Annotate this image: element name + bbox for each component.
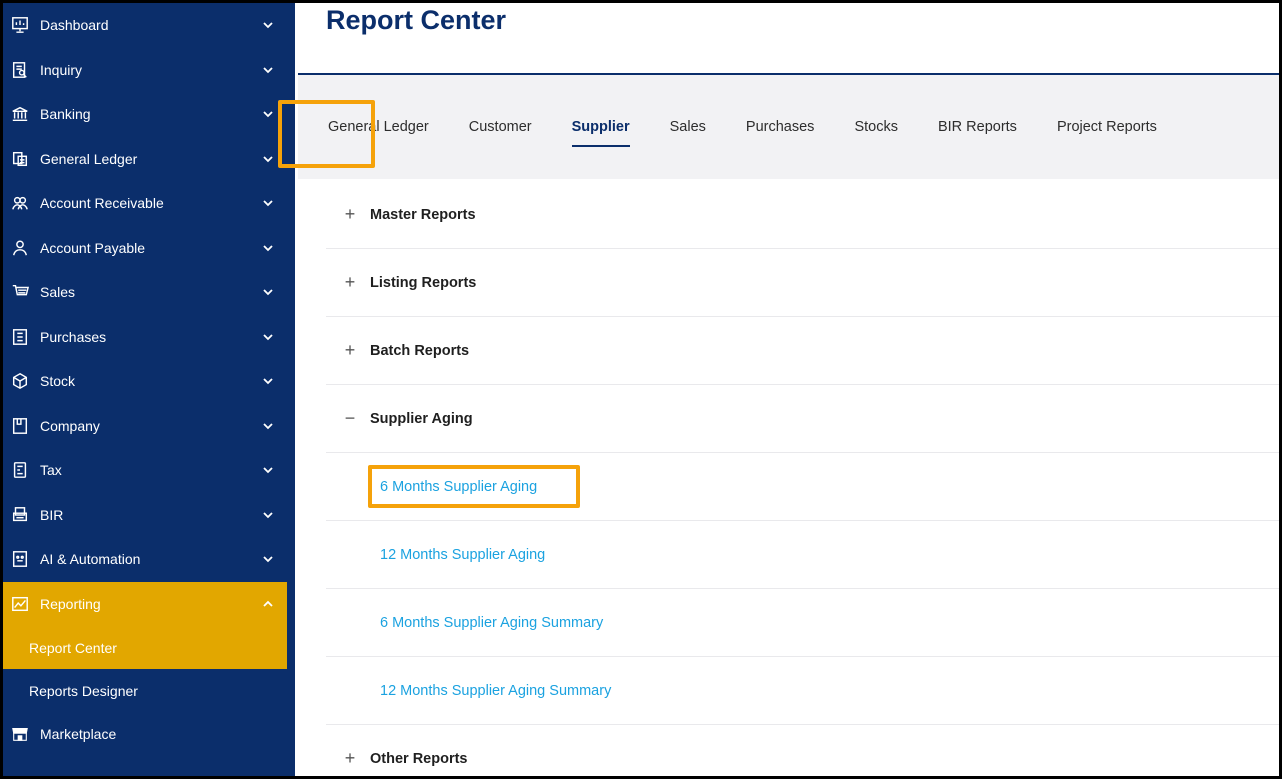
sidebar-item-label: Inquiry [40, 61, 83, 78]
sidebar-item-label: Purchases [40, 328, 107, 345]
sidebar-item-account-payable[interactable]: Account Payable [3, 226, 290, 271]
chevron-down-icon [263, 512, 273, 519]
report-link-row: 12 Months Supplier Aging Summary [326, 657, 1279, 725]
sidebar-item-banking[interactable]: Banking [3, 92, 290, 137]
sidebar-subitem-report-center[interactable]: Report Center [3, 626, 290, 669]
chevron-down-icon [263, 378, 273, 385]
sidebar-item-label: BIR [40, 506, 64, 523]
sidebar-item-purchases[interactable]: Purchases [3, 315, 290, 360]
sidebar-item-ai-automation[interactable]: AI & Automation [3, 537, 290, 582]
sidebar-item-label: Company [40, 417, 100, 434]
report-link-row: 6 Months Supplier Aging [326, 453, 1279, 521]
sidebar: Dashboard Inquiry Banking General Ledger… [3, 3, 290, 776]
reporting-icon [9, 593, 31, 615]
bank-icon [9, 103, 31, 125]
sidebar-item-label: Tax [40, 462, 62, 479]
report-link-12-months-supplier-aging[interactable]: 12 Months Supplier Aging [380, 547, 545, 563]
chevron-down-icon [263, 200, 273, 207]
expand-icon[interactable]: + [340, 748, 360, 769]
sidebar-item-label: Account Payable [40, 239, 146, 256]
tab-purchases[interactable]: Purchases [746, 117, 815, 137]
sidebar-item-marketplace[interactable]: Marketplace [3, 712, 290, 757]
dashboard-icon [9, 14, 31, 36]
report-list: + Master Reports + Listing Reports + Bat… [326, 181, 1279, 776]
tab-stocks[interactable]: Stocks [854, 117, 898, 137]
section-master-reports[interactable]: + Master Reports [326, 181, 1279, 249]
report-link-12-months-supplier-aging-summary[interactable]: 12 Months Supplier Aging Summary [380, 683, 611, 699]
sidebar-item-dashboard[interactable]: Dashboard [3, 3, 290, 48]
sidebar-item-reporting[interactable]: Reporting [3, 581, 290, 626]
section-supplier-aging[interactable]: − Supplier Aging [326, 385, 1279, 453]
expand-icon[interactable]: + [340, 272, 360, 293]
sidebar-item-label: Stock [40, 373, 76, 390]
section-batch-reports[interactable]: + Batch Reports [326, 317, 1279, 385]
report-link-row: 12 Months Supplier Aging [326, 521, 1279, 589]
chevron-down-icon [263, 556, 273, 563]
sidebar-item-company[interactable]: Company [3, 404, 290, 449]
receivable-icon [9, 192, 31, 214]
ledger-icon [9, 148, 31, 170]
section-label: Master Reports [370, 206, 476, 223]
sidebar-edge [287, 0, 295, 779]
sidebar-item-label: Marketplace [40, 726, 117, 743]
sidebar-item-sales[interactable]: Sales [3, 270, 290, 315]
section-listing-reports[interactable]: + Listing Reports [326, 249, 1279, 317]
tab-general-ledger[interactable]: General Ledger [328, 117, 429, 137]
sidebar-item-label: AI & Automation [40, 551, 141, 568]
tab-bir-reports[interactable]: BIR Reports [938, 117, 1017, 137]
report-link-6-months-supplier-aging-summary[interactable]: 6 Months Supplier Aging Summary [380, 615, 603, 631]
section-label: Batch Reports [370, 342, 470, 359]
section-other-reports[interactable]: + Other Reports [326, 725, 1279, 779]
sidebar-item-label: General Ledger [40, 150, 138, 167]
payable-icon [9, 237, 31, 259]
sidebar-item-bir[interactable]: BIR [3, 493, 290, 538]
sidebar-item-label: Dashboard [40, 17, 109, 34]
section-label: Supplier Aging [370, 410, 473, 427]
report-link-6-months-supplier-aging[interactable]: 6 Months Supplier Aging [380, 479, 537, 495]
sidebar-item-inquiry[interactable]: Inquiry [3, 48, 290, 93]
expand-icon[interactable]: + [340, 204, 360, 225]
report-link-row: 6 Months Supplier Aging Summary [326, 589, 1279, 657]
sidebar-item-tax[interactable]: Tax [3, 448, 290, 493]
sales-icon [9, 281, 31, 303]
ai-icon [9, 548, 31, 570]
inquiry-icon [9, 59, 31, 81]
chevron-down-icon [263, 156, 273, 163]
sidebar-item-general-ledger[interactable]: General Ledger [3, 137, 290, 182]
chevron-down-icon [263, 334, 273, 341]
sidebar-item-label: Sales [40, 284, 76, 301]
sidebar-subitem-reports-designer[interactable]: Reports Designer [3, 669, 290, 712]
tab-project-reports[interactable]: Project Reports [1057, 117, 1157, 137]
chevron-down-icon [263, 22, 273, 29]
tab-supplier[interactable]: Supplier [571, 117, 630, 147]
sidebar-item-label: Banking [40, 106, 91, 123]
marketplace-icon [9, 723, 31, 745]
main-panel: Report Center General Ledger Customer Su… [298, 3, 1279, 776]
chevron-down-icon [263, 467, 273, 474]
report-tabs: General Ledger Customer Supplier Sales P… [298, 75, 1279, 179]
tab-customer[interactable]: Customer [469, 117, 532, 137]
section-label: Other Reports [370, 750, 468, 767]
tab-sales[interactable]: Sales [670, 117, 706, 137]
chevron-down-icon [263, 245, 273, 252]
section-label: Listing Reports [370, 274, 477, 291]
page-title: Report Center [326, 5, 507, 35]
sidebar-item-label: Reporting [40, 595, 101, 612]
expand-icon[interactable]: + [340, 340, 360, 361]
chevron-up-icon [263, 600, 273, 607]
collapse-icon[interactable]: − [340, 408, 360, 429]
sidebar-item-label: Account Receivable [40, 195, 164, 212]
stock-icon [9, 370, 31, 392]
chevron-down-icon [263, 67, 273, 74]
tax-icon [9, 459, 31, 481]
company-icon [9, 415, 31, 437]
chevron-down-icon [263, 111, 273, 118]
chevron-down-icon [263, 423, 273, 430]
sidebar-item-account-receivable[interactable]: Account Receivable [3, 181, 290, 226]
purchases-icon [9, 326, 31, 348]
chevron-down-icon [263, 289, 273, 296]
bir-icon [9, 504, 31, 526]
sidebar-item-stock[interactable]: Stock [3, 359, 290, 404]
